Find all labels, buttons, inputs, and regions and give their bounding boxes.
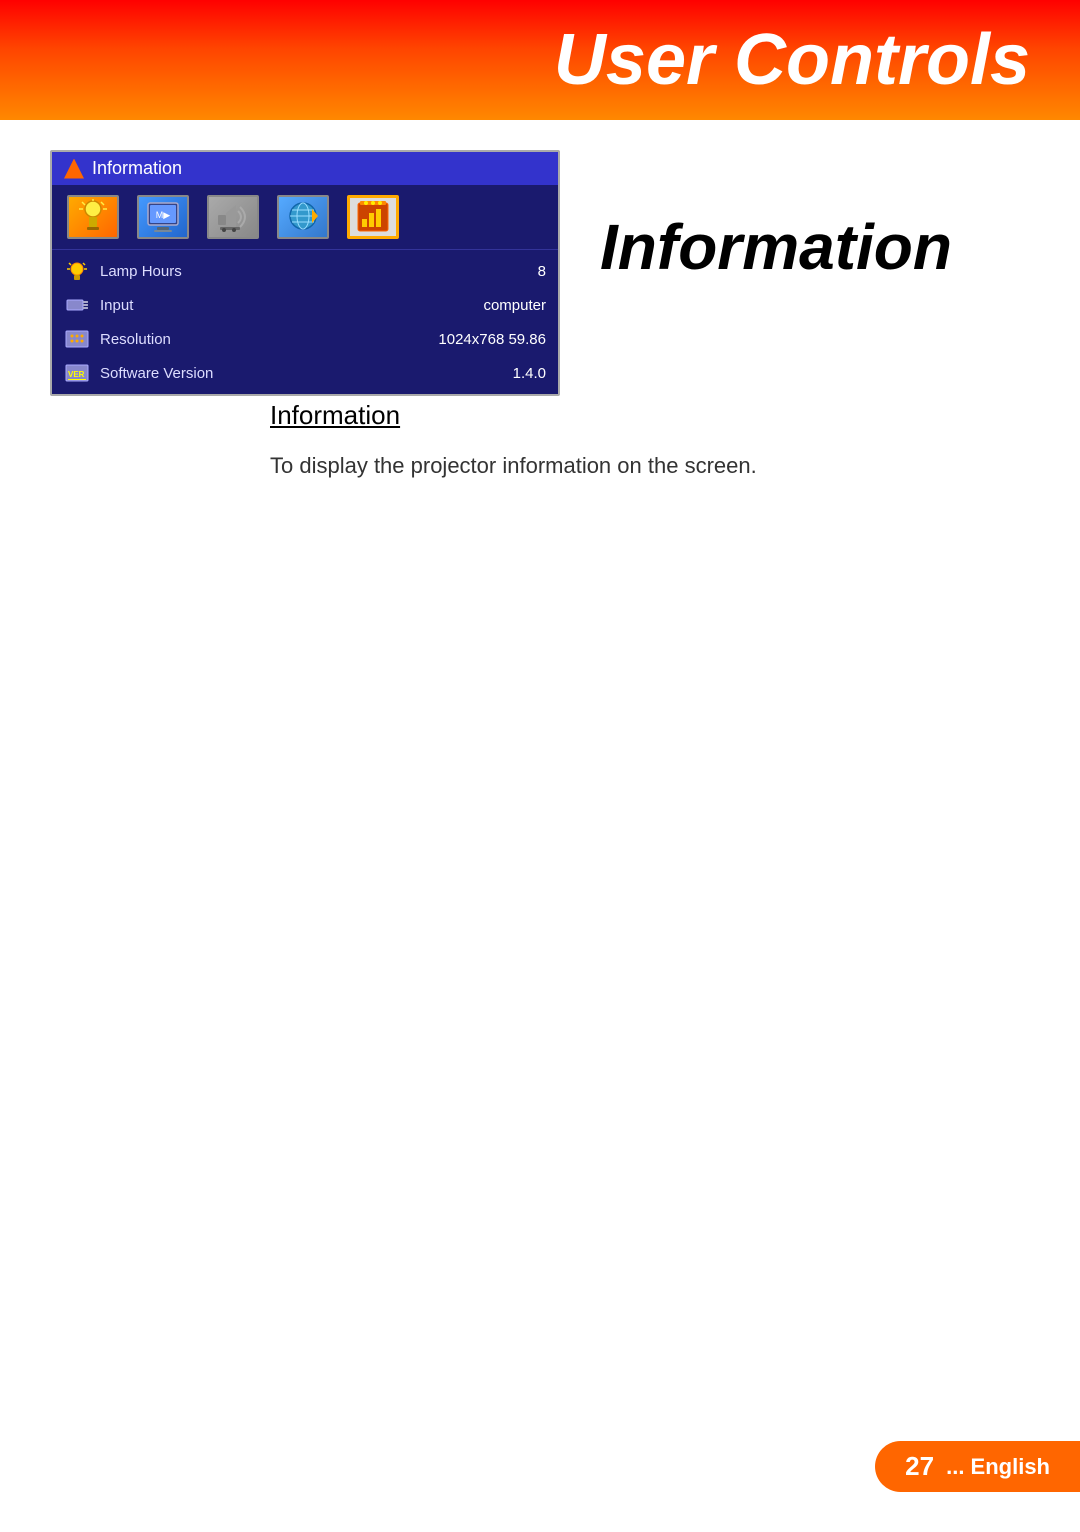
page-header: User Controls bbox=[0, 0, 1080, 120]
page-title: User Controls bbox=[554, 19, 1030, 101]
version-value: 1.4.0 bbox=[513, 365, 546, 382]
svg-text:M▶: M▶ bbox=[156, 210, 170, 220]
osd-titlebar-label: Information bbox=[92, 158, 182, 179]
osd-row-version: VER Software Version 1.4.0 bbox=[52, 356, 558, 390]
bottom-section: Information To display the projector inf… bbox=[270, 400, 870, 482]
version-row-icon: VER bbox=[64, 360, 90, 386]
osd-titlebar-icon bbox=[64, 159, 84, 179]
page-language: ... English bbox=[946, 1454, 1050, 1480]
lamp-hours-label: Lamp Hours bbox=[100, 263, 528, 280]
input-value: computer bbox=[483, 297, 546, 314]
osd-row-input: Input computer bbox=[52, 288, 558, 322]
osd-icon-info[interactable] bbox=[347, 195, 399, 239]
osd-icon-audio[interactable] bbox=[207, 195, 259, 239]
section-italic-title: Information bbox=[600, 210, 952, 284]
lamp-hours-value: 8 bbox=[538, 263, 546, 280]
page-number: 27 bbox=[905, 1451, 934, 1482]
resolution-value: 1024x768 59.86 bbox=[438, 331, 546, 348]
osd-row-lamp: Lamp Hours 8 bbox=[52, 254, 558, 288]
section-description: To display the projector information on … bbox=[270, 449, 870, 482]
osd-icon-image[interactable]: M▶ bbox=[137, 195, 189, 239]
osd-data-rows: Lamp Hours 8 Input computer bbox=[52, 250, 558, 394]
osd-titlebar: Information bbox=[52, 152, 558, 185]
resolution-row-icon bbox=[64, 326, 90, 352]
lamp-row-icon bbox=[64, 258, 90, 284]
osd-icon-row: M▶ bbox=[52, 185, 558, 250]
resolution-label: Resolution bbox=[100, 331, 428, 348]
right-panel: Information bbox=[600, 150, 1030, 396]
page-badge: 27 ... English bbox=[875, 1441, 1080, 1492]
osd-panel: Information bbox=[50, 150, 560, 396]
osd-row-resolution: Resolution 1024x768 59.86 bbox=[52, 322, 558, 356]
section-heading: Information bbox=[270, 400, 870, 431]
input-label: Input bbox=[100, 297, 473, 314]
osd-icon-settings[interactable] bbox=[277, 195, 329, 239]
input-row-icon bbox=[64, 292, 90, 318]
osd-icon-lamp[interactable] bbox=[67, 195, 119, 239]
version-label: Software Version bbox=[100, 365, 503, 382]
svg-text:VER: VER bbox=[68, 370, 85, 379]
